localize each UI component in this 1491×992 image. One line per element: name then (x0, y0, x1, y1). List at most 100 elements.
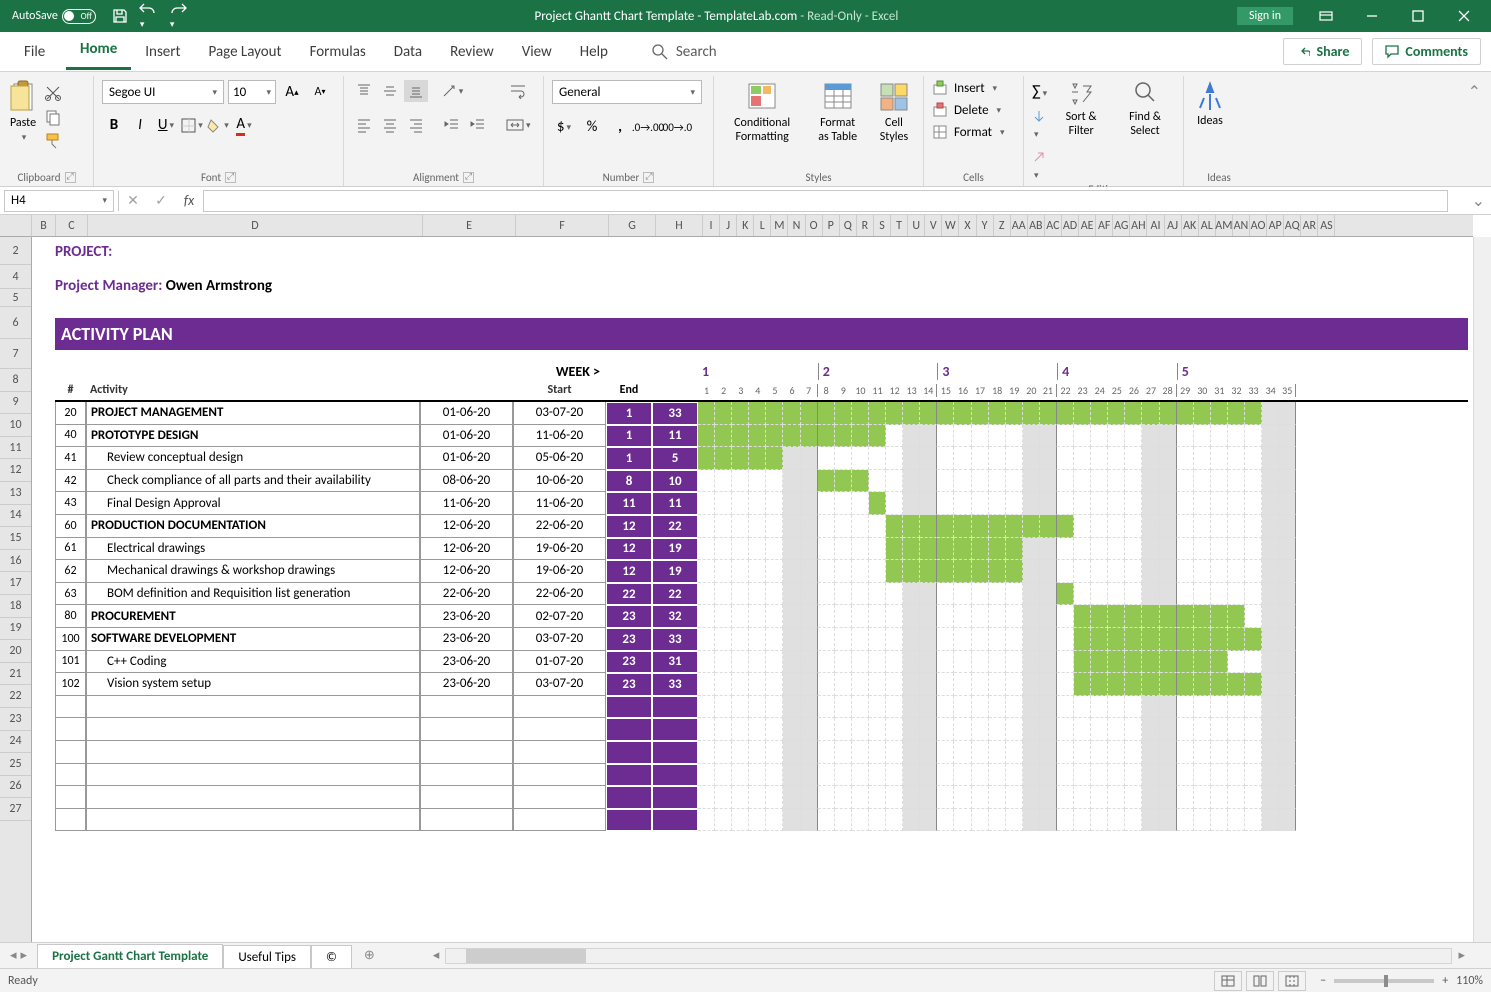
fx-icon[interactable]: fx (175, 192, 203, 209)
conditional-formatting-button[interactable]: Conditional Formatting (722, 80, 802, 144)
table-row[interactable]: 62Mechanical drawings & workshop drawing… (55, 560, 1468, 583)
new-sheet-icon[interactable]: ⊕ (352, 948, 387, 963)
cells-grid[interactable]: PROJECT: Project Manager: Owen Armstrong… (32, 237, 1473, 942)
tab-insert[interactable]: Insert (131, 37, 194, 67)
page-break-view-icon[interactable] (1278, 971, 1306, 991)
cut-icon[interactable] (44, 84, 62, 102)
table-row[interactable]: 40PROTOTYPE DESIGN01-06-2011-06-20111 (55, 425, 1468, 448)
enter-formula-icon[interactable]: ✓ (147, 192, 175, 209)
close-icon[interactable] (1441, 0, 1487, 32)
increase-indent-icon[interactable] (466, 114, 490, 136)
accounting-format-icon[interactable]: $▾ (552, 116, 576, 138)
border-button[interactable]: ▾ (180, 114, 204, 136)
italic-button[interactable]: I (128, 114, 152, 136)
comments-button[interactable]: Comments (1372, 38, 1481, 65)
table-row[interactable] (55, 764, 1468, 787)
percent-format-icon[interactable]: % (580, 116, 604, 138)
sheet-nav[interactable]: ◂▸ (0, 948, 37, 963)
zoom-value[interactable]: 110% (1456, 974, 1483, 988)
font-size-input[interactable]: 10▾ (228, 80, 276, 104)
table-row[interactable] (55, 741, 1468, 764)
align-left-icon[interactable] (352, 114, 376, 136)
dialog-launcher-icon[interactable]: ⤢ (643, 172, 654, 183)
table-row[interactable]: 20PROJECT MANAGEMENT01-06-2003-07-20133 (55, 402, 1468, 425)
format-as-table-button[interactable]: Format as Table (808, 80, 867, 144)
table-row[interactable]: 63BOM definition and Requisition list ge… (55, 583, 1468, 606)
collapse-ribbon-icon[interactable]: ⌃ (1458, 76, 1491, 186)
formula-input[interactable] (203, 190, 1448, 212)
minimize-icon[interactable] (1349, 0, 1395, 32)
search-box[interactable]: Search (652, 43, 717, 61)
sheet-tab-3[interactable]: © (311, 945, 352, 969)
font-color-button[interactable]: A▾ (232, 114, 256, 136)
decrease-font-icon[interactable]: A▾ (308, 81, 332, 103)
table-row[interactable]: 100SOFTWARE DEVELOPMENT23-06-2003-07-202… (55, 628, 1468, 651)
align-bottom-icon[interactable] (404, 80, 428, 102)
ribbon-options-icon[interactable] (1303, 0, 1349, 32)
bold-button[interactable]: B (102, 114, 126, 136)
decrease-indent-icon[interactable] (440, 114, 464, 136)
table-row[interactable]: 101C++ Coding23-06-2001-07-202331 (55, 651, 1468, 674)
share-button[interactable]: Share (1283, 38, 1362, 65)
ideas-button[interactable]: Ideas (1192, 80, 1228, 128)
underline-button[interactable]: U▾ (154, 114, 178, 136)
table-row[interactable] (55, 786, 1468, 809)
sort-filter-button[interactable]: Sort & Filter (1053, 80, 1109, 138)
table-row[interactable] (55, 809, 1468, 832)
undo-icon[interactable]: ▾ (138, 1, 158, 31)
tab-review[interactable]: Review (436, 37, 508, 67)
table-row[interactable] (55, 718, 1468, 741)
tab-home[interactable]: Home (66, 34, 131, 70)
table-row[interactable]: 80PROCUREMENT23-06-2002-07-202332 (55, 605, 1468, 628)
tab-pagelayout[interactable]: Page Layout (195, 37, 296, 67)
decrease-decimal-icon[interactable]: .00→.0 (664, 116, 688, 138)
paste-button[interactable]: Paste▾ (8, 80, 38, 143)
table-row[interactable]: 41Review conceptual design01-06-2005-06-… (55, 447, 1468, 470)
align-top-icon[interactable] (352, 80, 376, 102)
orientation-icon[interactable]: ▾ (440, 80, 464, 102)
cell-styles-button[interactable]: Cell Styles (873, 80, 915, 144)
sheet-tab-1[interactable]: Project Gantt Chart Template (37, 944, 223, 971)
row-headers[interactable]: 2456789101112131415161718192021222324252… (0, 237, 32, 942)
comma-format-icon[interactable]: , (608, 116, 632, 138)
table-row[interactable] (55, 696, 1468, 719)
align-center-icon[interactable] (378, 114, 402, 136)
name-box[interactable]: H4▾ (4, 190, 114, 212)
fill-icon[interactable]: ▾ (1032, 109, 1047, 142)
align-right-icon[interactable] (404, 114, 428, 136)
zoom-in-icon[interactable]: + (1442, 974, 1448, 988)
save-icon[interactable] (112, 8, 128, 24)
sheet-tab-2[interactable]: Useful Tips (223, 945, 311, 969)
clear-icon[interactable]: ▾ (1032, 150, 1047, 183)
table-row[interactable]: 102Vision system setup23-06-2003-07-2023… (55, 673, 1468, 696)
page-layout-view-icon[interactable] (1246, 971, 1274, 991)
dialog-launcher-icon[interactable]: ⤢ (65, 172, 76, 183)
font-name-input[interactable]: Segoe UI▾ (102, 80, 224, 104)
tab-help[interactable]: Help (566, 37, 622, 67)
wrap-text-button[interactable] (506, 80, 531, 102)
autosum-icon[interactable]: ∑▾ (1032, 82, 1047, 101)
horizontal-scrollbar[interactable]: ◂▸ (387, 948, 1491, 964)
delete-cells-button[interactable]: Delete▾ (932, 102, 1005, 118)
normal-view-icon[interactable] (1214, 971, 1242, 991)
tab-formulas[interactable]: Formulas (296, 37, 380, 67)
find-select-button[interactable]: Find & Select (1115, 80, 1175, 138)
table-row[interactable]: 43Final Design Approval11-06-2011-06-201… (55, 492, 1468, 515)
expand-formula-icon[interactable]: ⌄ (1466, 191, 1491, 211)
format-cells-button[interactable]: Format▾ (932, 124, 1005, 140)
redo-icon[interactable]: ▾ (168, 1, 188, 31)
increase-font-icon[interactable]: A▴ (280, 81, 304, 103)
increase-decimal-icon[interactable]: .0→.00 (636, 116, 660, 138)
fill-color-button[interactable]: ▾ (206, 114, 230, 136)
signin-button[interactable]: Sign in (1237, 7, 1293, 25)
number-format-select[interactable]: General▾ (552, 80, 702, 104)
vertical-scrollbar[interactable] (1473, 237, 1491, 942)
tab-data[interactable]: Data (380, 37, 436, 67)
dialog-launcher-icon[interactable]: ⤢ (463, 172, 474, 183)
maximize-icon[interactable] (1395, 0, 1441, 32)
cancel-formula-icon[interactable]: ✕ (119, 192, 147, 209)
format-painter-icon[interactable] (44, 132, 62, 150)
zoom-slider[interactable] (1334, 979, 1434, 983)
autosave-toggle[interactable]: AutoSave Off (4, 9, 104, 24)
zoom-out-icon[interactable]: − (1320, 974, 1326, 988)
